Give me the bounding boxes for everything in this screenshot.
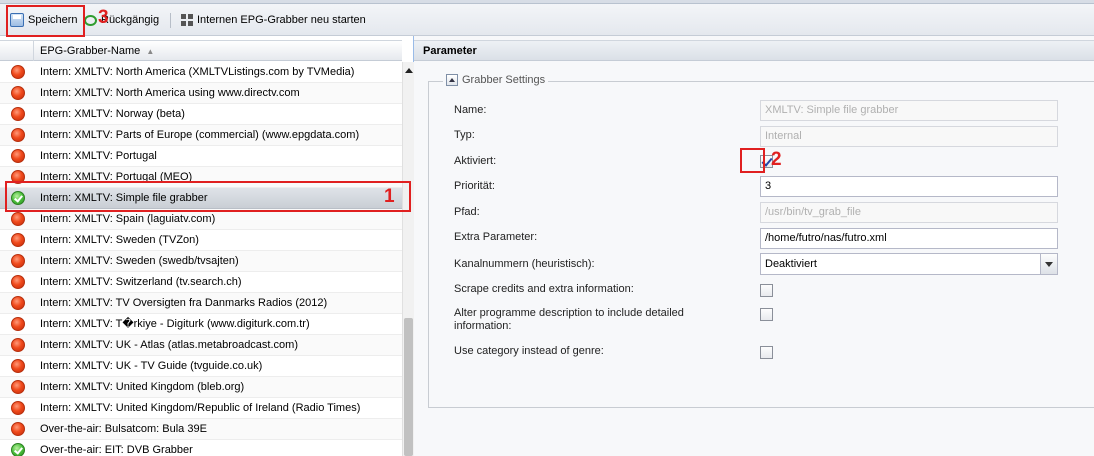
restart-grabber-label: Internen EPG-Grabber neu starten: [197, 14, 366, 26]
sort-asc-icon: ▲: [146, 47, 155, 56]
status-disabled-icon: [11, 380, 25, 394]
table-row[interactable]: Intern: XMLTV: Sweden (TVZon): [0, 230, 402, 251]
status-disabled-icon: [11, 233, 25, 247]
use-category-label: Use category instead of genre:: [454, 345, 604, 357]
alter-description-checkbox[interactable]: [760, 308, 773, 321]
table-row[interactable]: Intern: XMLTV: Spain (laguiatv.com): [0, 209, 402, 230]
status-disabled-icon: [11, 149, 25, 163]
grabber-name: Intern: XMLTV: United Kingdom (bleb.org): [40, 381, 245, 393]
status-disabled-icon: [11, 275, 25, 289]
type-label: Typ:: [454, 129, 475, 141]
table-row[interactable]: Intern: XMLTV: Portugal: [0, 146, 402, 167]
annotation-number-2: 2: [771, 149, 782, 170]
status-disabled-icon: [11, 86, 25, 100]
table-row[interactable]: Intern: XMLTV: United Kingdom/Republic o…: [0, 398, 402, 419]
grabber-name: Intern: XMLTV: Spain (laguiatv.com): [40, 213, 216, 225]
status-disabled-icon: [11, 107, 25, 121]
status-disabled-icon: [11, 254, 25, 268]
collapse-icon[interactable]: [446, 74, 458, 86]
scroll-thumb[interactable]: [404, 318, 413, 456]
toolbar: Speichern Rückgängig Internen EPG-Grabbe…: [0, 4, 1094, 36]
grabber-name: Intern: XMLTV: North America using www.d…: [40, 87, 300, 99]
grabber-name: Intern: XMLTV: Parts of Europe (commerci…: [40, 129, 360, 141]
name-label: Name:: [454, 104, 487, 116]
table-row[interactable]: Over-the-air: Bulsatcom: Bula 39E: [0, 419, 402, 440]
type-field[interactable]: Internal: [760, 126, 1058, 147]
table-row[interactable]: Intern: XMLTV: T�rkiye - Digiturk (www.d…: [0, 314, 402, 335]
chevron-down-icon[interactable]: [1040, 254, 1057, 274]
annotation-number-3: 3: [98, 7, 109, 28]
alter-description-label: Alter programme description to include d…: [454, 307, 684, 332]
table-row[interactable]: Intern: XMLTV: Parts of Europe (commerci…: [0, 125, 402, 146]
grabber-name: Intern: XMLTV: Sweden (TVZon): [40, 234, 199, 246]
grabber-name: Intern: XMLTV: UK - TV Guide (tvguide.co…: [40, 360, 263, 372]
table-row[interactable]: Intern: XMLTV: UK - Atlas (atlas.metabro…: [0, 335, 402, 356]
grabber-name: Over-the-air: EIT: DVB Grabber: [40, 444, 193, 456]
status-disabled-icon: [11, 317, 25, 331]
status-disabled-icon: [11, 128, 25, 142]
grabber-name: Intern: XMLTV: UK - Atlas (atlas.metabro…: [40, 339, 298, 351]
column-header-name[interactable]: EPG-Grabber-Name ▲: [33, 41, 402, 61]
grabber-name: Intern: XMLTV: Switzerland (tv.search.ch…: [40, 276, 242, 288]
grabber-list-panel: EPG-Grabber-Name ▲ Intern: XMLTV: North …: [0, 36, 414, 456]
path-label: Pfad:: [454, 206, 480, 218]
grabber-name: Intern: XMLTV: Sweden (swedb/tvsajten): [40, 255, 239, 267]
annotation-number-1: 1: [384, 186, 395, 207]
table-row[interactable]: Intern: XMLTV: North America using www.d…: [0, 83, 402, 104]
enabled-label: Aktiviert:: [454, 155, 497, 167]
annotation-box-save: [6, 5, 85, 37]
path-field[interactable]: /usr/bin/tv_grab_file: [760, 202, 1058, 223]
annotation-box-selected-row: [5, 181, 411, 212]
grabber-name: Intern: XMLTV: United Kingdom/Republic o…: [40, 402, 361, 414]
use-category-checkbox[interactable]: [760, 346, 773, 359]
undo-button[interactable]: Rückgängig: [84, 4, 159, 36]
table-row[interactable]: Over-the-air: EIT: DVB Grabber: [0, 440, 402, 456]
channel-numbers-select[interactable]: Deaktiviert: [760, 253, 1058, 275]
restart-grabber-button[interactable]: Internen EPG-Grabber neu starten: [181, 4, 366, 36]
extra-parameter-field[interactable]: /home/futro/nas/futro.xml: [760, 228, 1058, 249]
channel-numbers-label: Kanalnummern (heuristisch):: [454, 258, 595, 270]
status-disabled-icon: [11, 359, 25, 373]
table-row[interactable]: Intern: XMLTV: TV Oversigten fra Danmark…: [0, 293, 402, 314]
table-row[interactable]: Intern: XMLTV: UK - TV Guide (tvguide.co…: [0, 356, 402, 377]
grabber-name: Over-the-air: Bulsatcom: Bula 39E: [40, 423, 207, 435]
extra-parameter-label: Extra Parameter:: [454, 231, 538, 243]
status-disabled-icon: [11, 296, 25, 310]
undo-button-label: Rückgängig: [101, 14, 160, 26]
status-disabled-icon: [11, 401, 25, 415]
parameter-panel: Parameter Grabber Settings Name: XMLTV: …: [414, 36, 1094, 456]
grid-header: EPG-Grabber-Name ▲: [0, 40, 402, 61]
vertical-scrollbar[interactable]: [402, 62, 414, 456]
grabber-name: Intern: XMLTV: Norway (beta): [40, 108, 185, 120]
priority-label: Priorität:: [454, 180, 495, 192]
grabber-name: Intern: XMLTV: TV Oversigten fra Danmark…: [40, 297, 328, 309]
scrape-credits-label: Scrape credits and extra information:: [454, 283, 634, 295]
scrape-credits-checkbox[interactable]: [760, 284, 773, 297]
annotation-box-enabled: [740, 148, 765, 173]
status-disabled-icon: [11, 338, 25, 352]
table-row[interactable]: Intern: XMLTV: Norway (beta): [0, 104, 402, 125]
scroll-up-icon[interactable]: [405, 68, 413, 73]
grabber-name: Intern: XMLTV: Portugal: [40, 150, 157, 162]
grabber-name: Intern: XMLTV: North America (XMLTVListi…: [40, 66, 355, 78]
priority-field[interactable]: 3: [760, 176, 1058, 197]
parameter-panel-title: Parameter: [414, 40, 1094, 61]
grabber-settings-group: Grabber Settings Name: XMLTV: Simple fil…: [428, 74, 1094, 408]
undo-icon: [84, 14, 97, 26]
grabber-settings-legend: Grabber Settings: [443, 74, 549, 86]
name-field[interactable]: XMLTV: Simple file grabber: [760, 100, 1058, 121]
grabber-icon: [181, 14, 193, 26]
table-row[interactable]: Intern: XMLTV: United Kingdom (bleb.org): [0, 377, 402, 398]
toolbar-separator: [170, 13, 171, 28]
status-enabled-icon: [11, 443, 25, 456]
table-row[interactable]: Intern: XMLTV: Switzerland (tv.search.ch…: [0, 272, 402, 293]
table-row[interactable]: Intern: XMLTV: Sweden (swedb/tvsajten): [0, 251, 402, 272]
grabber-name: Intern: XMLTV: T�rkiye - Digiturk (www.d…: [40, 318, 310, 330]
table-row[interactable]: Intern: XMLTV: North America (XMLTVListi…: [0, 62, 402, 83]
status-disabled-icon: [11, 65, 25, 79]
status-disabled-icon: [11, 212, 25, 226]
status-disabled-icon: [11, 422, 25, 436]
grid-body: Intern: XMLTV: North America (XMLTVListi…: [0, 62, 402, 456]
